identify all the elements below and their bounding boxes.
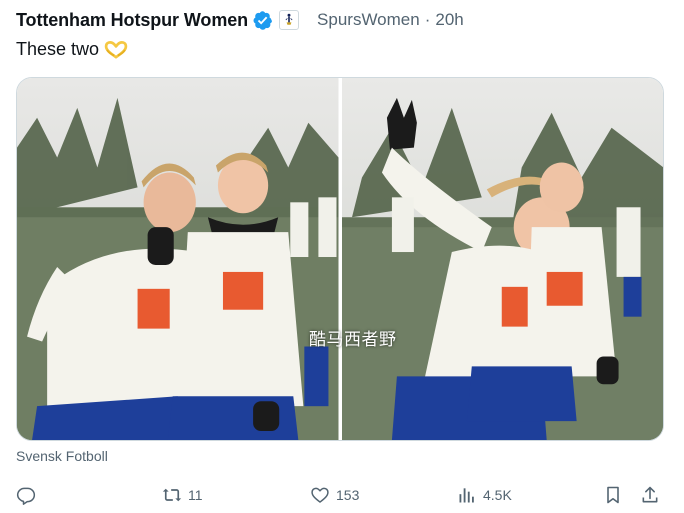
photo-right[interactable] [341, 78, 663, 440]
photo-left-image [17, 78, 339, 440]
views-button[interactable]: 4.5K [457, 482, 512, 508]
bookmark-icon [607, 486, 619, 504]
tweet-timestamp[interactable]: 20h [435, 10, 463, 30]
reply-button[interactable] [16, 482, 42, 508]
tweet-text: These two [16, 39, 128, 60]
retweet-button[interactable]: 11 [162, 482, 203, 508]
tweet-text-content: These two [16, 39, 100, 59]
media-source-label[interactable]: Svensk Fotboll [16, 448, 108, 464]
photo-left[interactable] [17, 78, 339, 440]
reply-icon [16, 487, 36, 505]
action-bar: 11 153 4.5K [16, 482, 664, 508]
verified-badge-icon[interactable] [252, 10, 273, 31]
tweet-header: Tottenham Hotspur Women SpursWomen · 20h [16, 8, 464, 32]
author-handle[interactable]: SpursWomen [317, 10, 420, 30]
like-icon [311, 487, 329, 503]
views-icon [459, 488, 474, 503]
spurs-affiliate-icon[interactable] [279, 10, 300, 30]
share-icon [642, 486, 658, 503]
bookmark-button[interactable] [603, 482, 623, 508]
watermark: 酷马西者野 [309, 330, 397, 350]
photo-right-image [341, 78, 663, 440]
like-count: 153 [336, 487, 360, 503]
media-grid: 酷马西者野 [16, 77, 664, 441]
retweet-icon [162, 488, 182, 502]
heart-hands-emoji-icon [104, 40, 128, 59]
views-count: 4.5K [483, 487, 512, 503]
separator-dot: · [424, 10, 431, 29]
retweet-count: 11 [188, 487, 203, 503]
author-name[interactable]: Tottenham Hotspur Women [16, 10, 248, 31]
like-button[interactable]: 153 [310, 482, 359, 508]
share-button[interactable] [640, 482, 660, 508]
